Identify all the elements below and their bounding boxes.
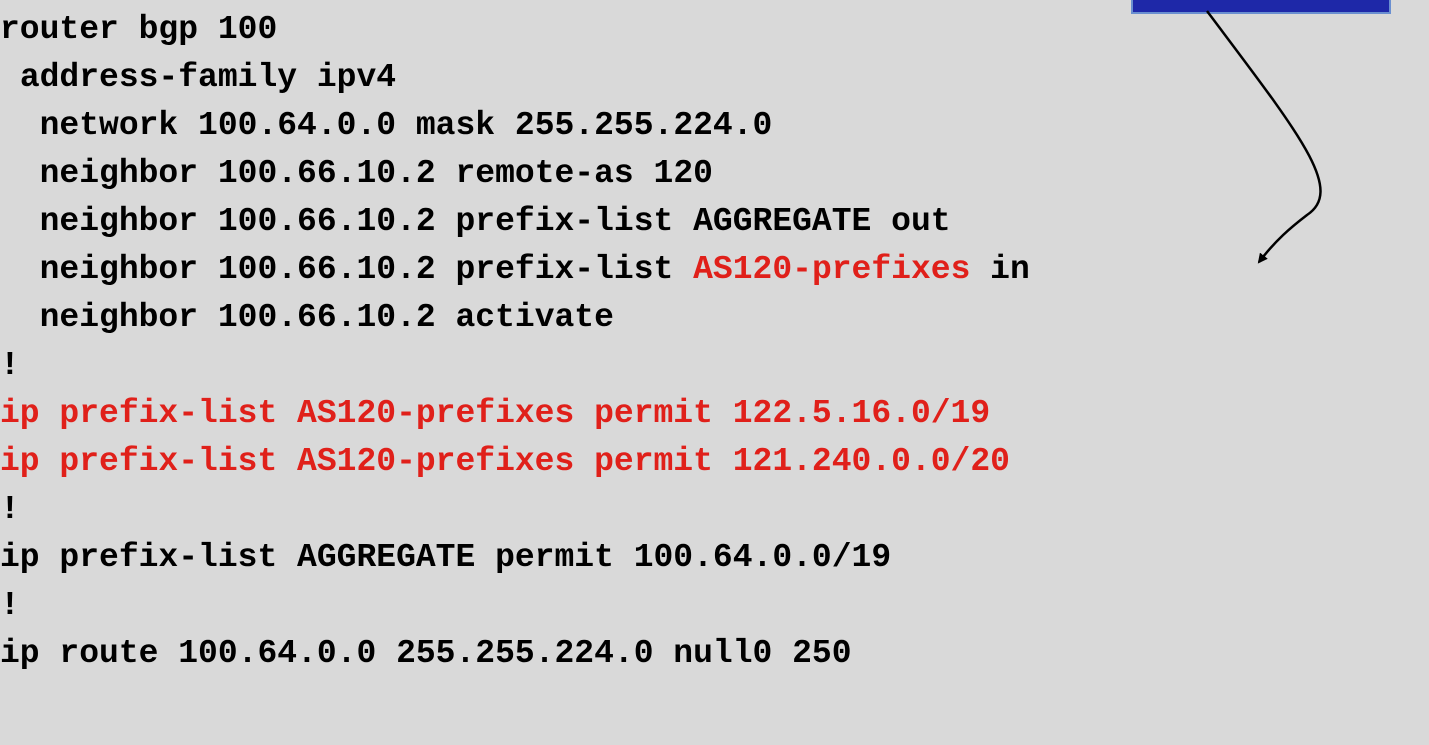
config-line-neighbor-activate: neighbor 100.66.10.2 activate: [39, 299, 614, 336]
config-line-router-bgp: router bgp 100: [0, 11, 278, 48]
config-line-neighbor-prefix-list-in: neighbor 100.66.10.2 prefix-list AS120-p…: [39, 251, 1030, 288]
config-line-prefix-list-as120-1: ip prefix-list AS120-prefixes permit 122…: [0, 395, 991, 432]
config-line-separator: !: [0, 587, 20, 624]
config-line-prefix-list-as120-2: ip prefix-list AS120-prefixes permit 121…: [0, 443, 1010, 480]
config-line-separator: !: [0, 347, 20, 384]
config-line-neighbor-remote-as: neighbor 100.66.10.2 remote-as 120: [39, 155, 713, 192]
config-line-separator: !: [0, 491, 20, 528]
config-line-network: network 100.64.0.0 mask 255.255.224.0: [39, 107, 773, 144]
config-line-neighbor-prefix-list-out: neighbor 100.66.10.2 prefix-list AGGREGA…: [39, 203, 951, 240]
highlighted-prefix-list-name: AS120-prefixes: [693, 251, 971, 288]
callout-box: [1131, 0, 1391, 14]
config-line-address-family: address-family ipv4: [19, 59, 397, 96]
slide: router bgp 100 address-family ipv4 netwo…: [0, 0, 1429, 745]
config-line-ip-route: ip route 100.64.0.0 255.255.224.0 null0 …: [0, 635, 852, 672]
config-line-prefix-list-aggregate: ip prefix-list AGGREGATE permit 100.64.0…: [0, 539, 892, 576]
